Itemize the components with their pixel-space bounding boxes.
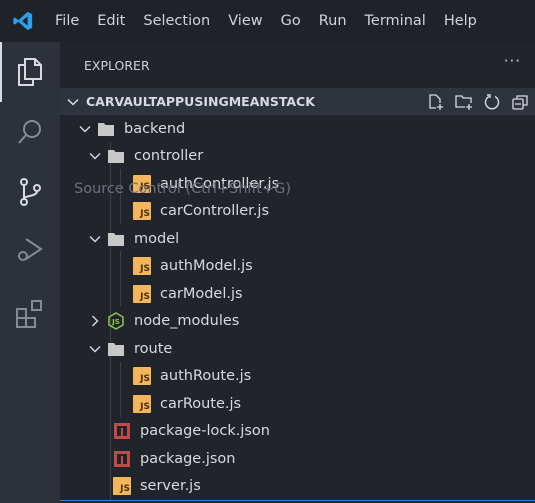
tree-item-label: route — [134, 340, 173, 357]
tree-file[interactable]: package-lock.json — [60, 418, 535, 445]
new-file-icon[interactable] — [425, 91, 447, 113]
tree-item-label: server.js — [140, 478, 201, 494]
tree-file[interactable]: JS server.js — [60, 473, 535, 500]
search-icon[interactable] — [0, 104, 60, 160]
javascript-file-icon: JS — [133, 394, 151, 413]
tree-item-label: carRoute.js — [160, 395, 242, 412]
npm-icon — [114, 423, 130, 439]
tree-folder[interactable]: backend — [60, 115, 535, 142]
tree-item-label: backend — [124, 120, 186, 137]
tree-file[interactable]: JS carRoute.js — [60, 390, 535, 417]
extensions-icon[interactable] — [0, 286, 60, 342]
tree-item-label: authModel.js — [160, 258, 253, 274]
workspace-root-title: CARVAULTAPPUSINGMEANSTACK — [86, 94, 315, 109]
npm-icon — [114, 450, 130, 467]
svg-text:JS: JS — [111, 318, 120, 326]
javascript-file-icon: JS — [133, 284, 151, 303]
javascript-file-icon: JS — [133, 367, 151, 385]
menu-terminal[interactable]: Terminal — [356, 13, 435, 29]
tree-item-label: node_modules — [134, 313, 240, 329]
tree-item-label: package-lock.json — [140, 423, 270, 439]
explorer-title: EXPLORER — [84, 58, 150, 73]
vscode-logo-icon — [0, 0, 46, 42]
menu-run[interactable]: Run — [310, 13, 356, 29]
folder-icon — [108, 232, 124, 246]
tree-item-label: authRoute.js — [160, 368, 252, 384]
refresh-icon[interactable] — [481, 91, 503, 113]
activity-bar — [0, 42, 60, 503]
title-bar: File Edit Selection View Go Run Terminal Help — [0, 0, 535, 42]
javascript-file-icon: JS — [133, 174, 151, 193]
tree-folder[interactable]: route — [60, 335, 535, 362]
tree-item-label: authController.js — [160, 175, 280, 192]
chevron-down-icon — [89, 153, 101, 160]
tree-item-label: controller — [134, 148, 204, 164]
chevron-down-icon — [89, 345, 101, 352]
nodejs-icon: JS — [108, 312, 124, 330]
workspace-root-header[interactable]: CARVAULTAPPUSINGMEANSTACK — [60, 88, 535, 115]
javascript-file-icon: JS — [113, 477, 131, 495]
tree-file[interactable]: JS authModel.js — [60, 253, 535, 280]
menu-view[interactable]: View — [219, 13, 271, 29]
menu-file[interactable]: File — [46, 13, 88, 29]
explorer-sidebar: EXPLORER ··· CARVAULTAPPUSINGMEANSTACK b… — [60, 42, 535, 503]
explorer-icon[interactable] — [0, 44, 60, 100]
tree-file[interactable]: JS carModel.js — [60, 280, 535, 307]
tree-item-label: model — [134, 230, 180, 247]
menu-go[interactable]: Go — [272, 13, 310, 29]
tree-file[interactable]: JS authRoute.js — [60, 363, 535, 390]
tree-file[interactable]: JS authController.js — [60, 170, 535, 197]
chevron-down-icon — [67, 98, 79, 106]
tree-item-label: package.json — [140, 450, 236, 467]
chevron-right-icon — [92, 315, 99, 327]
chevron-down-icon — [89, 235, 101, 242]
new-folder-icon[interactable] — [453, 91, 475, 113]
chevron-down-icon — [79, 125, 91, 132]
tree-folder[interactable]: JS node_modules — [60, 308, 535, 335]
folder-icon — [108, 150, 124, 163]
folder-icon — [98, 122, 114, 136]
run-debug-icon[interactable] — [0, 222, 60, 278]
tree-folder[interactable]: model — [60, 225, 535, 252]
menu-edit[interactable]: Edit — [88, 13, 134, 29]
tree-item-label: carController.js — [160, 203, 270, 219]
more-actions-button[interactable]: ··· — [504, 52, 521, 70]
tree-file[interactable]: JS carController.js — [60, 198, 535, 225]
folder-icon — [108, 342, 124, 356]
tree-folder[interactable]: controller — [60, 143, 535, 170]
javascript-file-icon: JS — [133, 202, 151, 220]
tree-file[interactable]: package.json — [60, 445, 535, 472]
menu-help[interactable]: Help — [435, 13, 486, 29]
menu-selection[interactable]: Selection — [134, 13, 219, 29]
tree-item-label: carModel.js — [160, 285, 243, 302]
source-control-icon[interactable] — [0, 164, 60, 220]
javascript-file-icon: JS — [133, 257, 151, 275]
collapse-all-icon[interactable] — [509, 91, 531, 113]
